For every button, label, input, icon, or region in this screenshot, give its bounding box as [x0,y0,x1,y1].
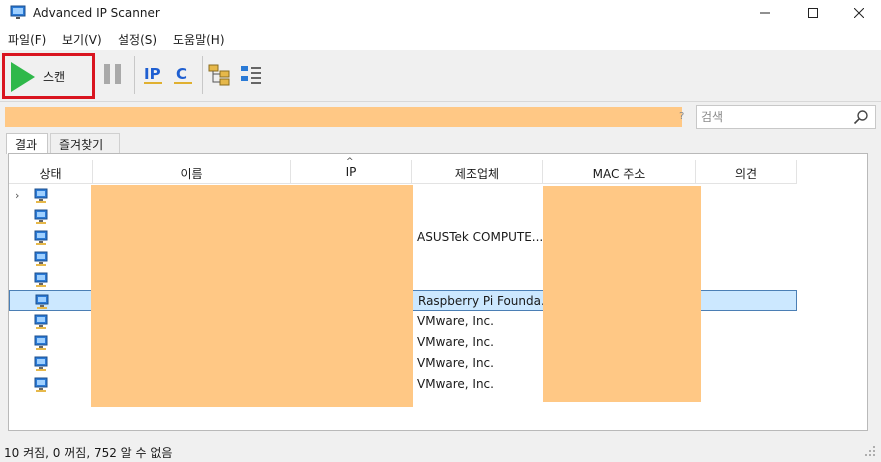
menu-view[interactable]: 보기(V) [62,31,102,48]
toolbar: 스캔 [0,50,881,102]
maximize-button[interactable] [790,0,836,26]
computer-online-icon [34,272,48,287]
expand-chevron-icon[interactable]: › [15,189,19,202]
column-mac[interactable]: MAC 주소 [543,160,696,184]
column-status[interactable]: 상태 [9,160,93,184]
computer-online-icon [34,209,48,224]
network-tree-icon[interactable] [208,62,230,86]
play-icon [11,62,35,92]
manufacturer-cell: VMware, Inc. [417,335,494,349]
menu-help[interactable]: 도움말(H) [173,31,225,48]
computer-online-icon [34,314,48,329]
minimize-icon [760,12,770,14]
menu-settings[interactable]: 설정(S) [118,31,157,48]
redacted-mac-region [543,186,701,402]
list-view-icon[interactable] [240,62,262,86]
pause-icon-bar [115,64,121,84]
computer-online-icon [34,230,48,245]
search-row: ? [0,103,881,129]
svg-text:C: C [176,65,187,83]
dropdown-indicator-icon[interactable]: ? [679,111,684,122]
results-table: 상태 이름 IP 제조업체 MAC 주소 의견 ^ › ASUSTek COMPU… [8,153,868,431]
close-icon [854,8,864,18]
status-text: 10 켜짐, 0 꺼짐, 752 알 수 없음 [4,446,173,460]
manufacturer-cell: VMware, Inc. [417,314,494,328]
toolbar-separator [134,56,135,94]
redacted-name-ip-region [91,185,413,407]
computer-online-icon [34,251,48,266]
tab-results[interactable]: 결과 [6,133,48,154]
pause-button[interactable] [104,64,122,84]
column-manufacturer[interactable]: 제조업체 [412,160,543,184]
app-icon [10,5,26,19]
minimize-button[interactable] [742,0,788,26]
status-bar: 10 켜짐, 0 꺼짐, 752 알 수 없음 [0,438,881,462]
toolbar-separator-2 [202,56,203,94]
column-comments[interactable]: 의견 [696,160,797,184]
sort-ascending-icon: ^ [346,157,354,167]
table-header: 상태 이름 IP 제조업체 MAC 주소 의견 ^ [9,157,797,184]
search-input[interactable] [701,109,849,125]
manufacturer-cell: Raspberry Pi Founda... [418,294,553,308]
title-bar: Advanced IP Scanner [0,0,881,26]
scan-label: 스캔 [43,70,66,84]
c-subnet-icon[interactable]: C [172,62,194,86]
maximize-icon [808,8,818,18]
tab-favorites[interactable]: 즐겨찾기 [50,133,120,153]
close-button[interactable] [836,0,881,26]
computer-online-icon [35,294,49,309]
column-name[interactable]: 이름 [93,160,291,184]
manufacturer-cell: VMware, Inc. [417,356,494,370]
svg-text:IP: IP [144,65,161,83]
menu-file[interactable]: 파일(F) [8,31,46,48]
computer-online-icon [34,335,48,350]
scan-button[interactable]: 스캔 [2,53,95,99]
manufacturer-cell: ASUSTek COMPUTE... [417,230,544,244]
computer-online-icon [34,377,48,392]
ip-range-input[interactable] [5,107,682,127]
resize-grip-icon[interactable] [862,443,876,457]
ip-icon[interactable]: IP [142,62,164,86]
computer-online-icon [34,188,48,203]
search-field[interactable] [696,105,876,129]
pause-icon [104,64,110,84]
window-title: Advanced IP Scanner [33,6,160,20]
manufacturer-cell: VMware, Inc. [417,377,494,391]
menu-bar: 파일(F) 보기(V) 설정(S) 도움말(H) [0,26,881,50]
search-icon[interactable] [853,109,869,125]
computer-online-icon [34,356,48,371]
